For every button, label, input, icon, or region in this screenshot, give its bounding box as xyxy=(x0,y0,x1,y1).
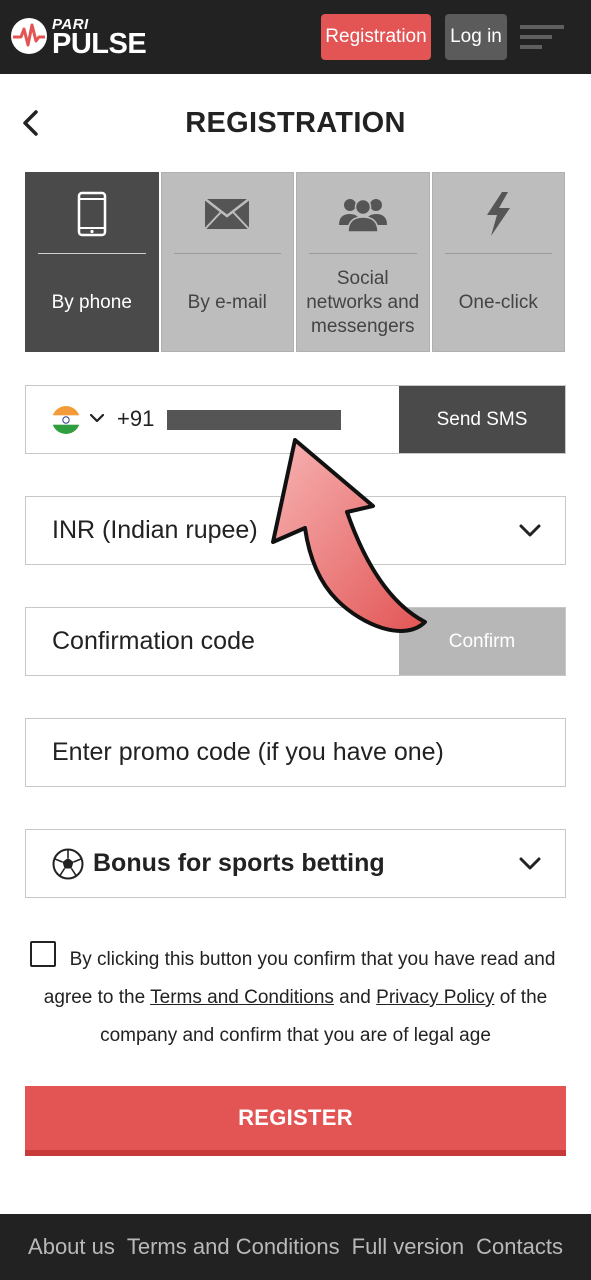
logo-text-bottom: PULSE xyxy=(52,28,147,60)
smartphone-icon xyxy=(77,191,106,237)
terms-link[interactable]: Terms and Conditions xyxy=(150,987,334,1008)
top-header: PARI PULSE Registration Log in xyxy=(0,0,591,74)
footer-link-full-version[interactable]: Full version xyxy=(352,1234,464,1260)
confirm-button[interactable]: Confirm xyxy=(399,608,565,675)
tab-social-networks[interactable]: Social networks and messengers xyxy=(296,172,430,352)
tab-divider xyxy=(38,253,146,254)
chevron-down-icon xyxy=(519,857,541,870)
footer-link-terms[interactable]: Terms and Conditions xyxy=(127,1234,340,1260)
india-flag-icon[interactable] xyxy=(52,406,80,434)
privacy-policy-link[interactable]: Privacy Policy xyxy=(376,987,494,1008)
tab-divider xyxy=(444,253,552,254)
phone-number-input[interactable] xyxy=(167,410,341,430)
tab-divider xyxy=(173,253,281,254)
pulse-logo-icon xyxy=(11,18,47,54)
confirmation-code-group: Confirmation code Confirm xyxy=(25,607,566,676)
agreement-text-part2: and xyxy=(339,987,371,1008)
registration-method-tabs: By phone By e-mail Social networks and m… xyxy=(25,172,565,352)
promo-code-input[interactable]: Enter promo code (if you have one) xyxy=(25,718,566,787)
tab-label: Social networks and messengers xyxy=(306,268,420,337)
bonus-select[interactable]: Bonus for sports betting xyxy=(25,829,566,898)
header-registration-button[interactable]: Registration xyxy=(321,14,431,60)
footer-link-contacts[interactable]: Contacts xyxy=(476,1234,563,1260)
bonus-value: Bonus for sports betting xyxy=(93,849,385,877)
soccer-ball-icon xyxy=(52,848,84,880)
tab-one-click[interactable]: One-click xyxy=(431,172,565,352)
login-button[interactable]: Log in xyxy=(445,14,507,60)
users-icon xyxy=(338,198,387,233)
footer-links: About us Terms and Conditions Full versi… xyxy=(0,1214,591,1280)
currency-select[interactable]: INR (Indian rupee) xyxy=(25,496,566,565)
footer-link-about[interactable]: About us xyxy=(28,1234,115,1260)
dial-code: +91 xyxy=(117,406,155,431)
tab-by-phone[interactable]: By phone xyxy=(25,172,159,352)
promo-code-placeholder: Enter promo code (if you have one) xyxy=(52,738,444,766)
currency-value: INR (Indian rupee) xyxy=(52,516,258,544)
agreement-text: By clicking this button you confirm that… xyxy=(25,941,566,1055)
lightning-icon xyxy=(487,192,511,236)
envelope-icon xyxy=(204,198,251,230)
confirmation-code-input[interactable]: Confirmation code xyxy=(52,608,255,675)
pari-pulse-logo[interactable]: PARI PULSE xyxy=(10,14,160,60)
tab-label: By e-mail xyxy=(187,292,267,313)
tab-by-email[interactable]: By e-mail xyxy=(160,172,294,352)
chevron-down-icon xyxy=(519,524,541,537)
hamburger-menu-icon[interactable] xyxy=(520,24,564,50)
tab-divider xyxy=(309,253,417,254)
send-sms-button[interactable]: Send SMS xyxy=(399,386,565,453)
register-button[interactable]: REGISTER xyxy=(25,1086,566,1156)
chevron-down-icon[interactable] xyxy=(90,413,104,423)
tab-label: By phone xyxy=(51,292,132,313)
phone-input-group: +91 Send SMS xyxy=(25,385,566,454)
tab-label: One-click xyxy=(458,292,538,313)
page-title: REGISTRATION xyxy=(185,107,406,139)
